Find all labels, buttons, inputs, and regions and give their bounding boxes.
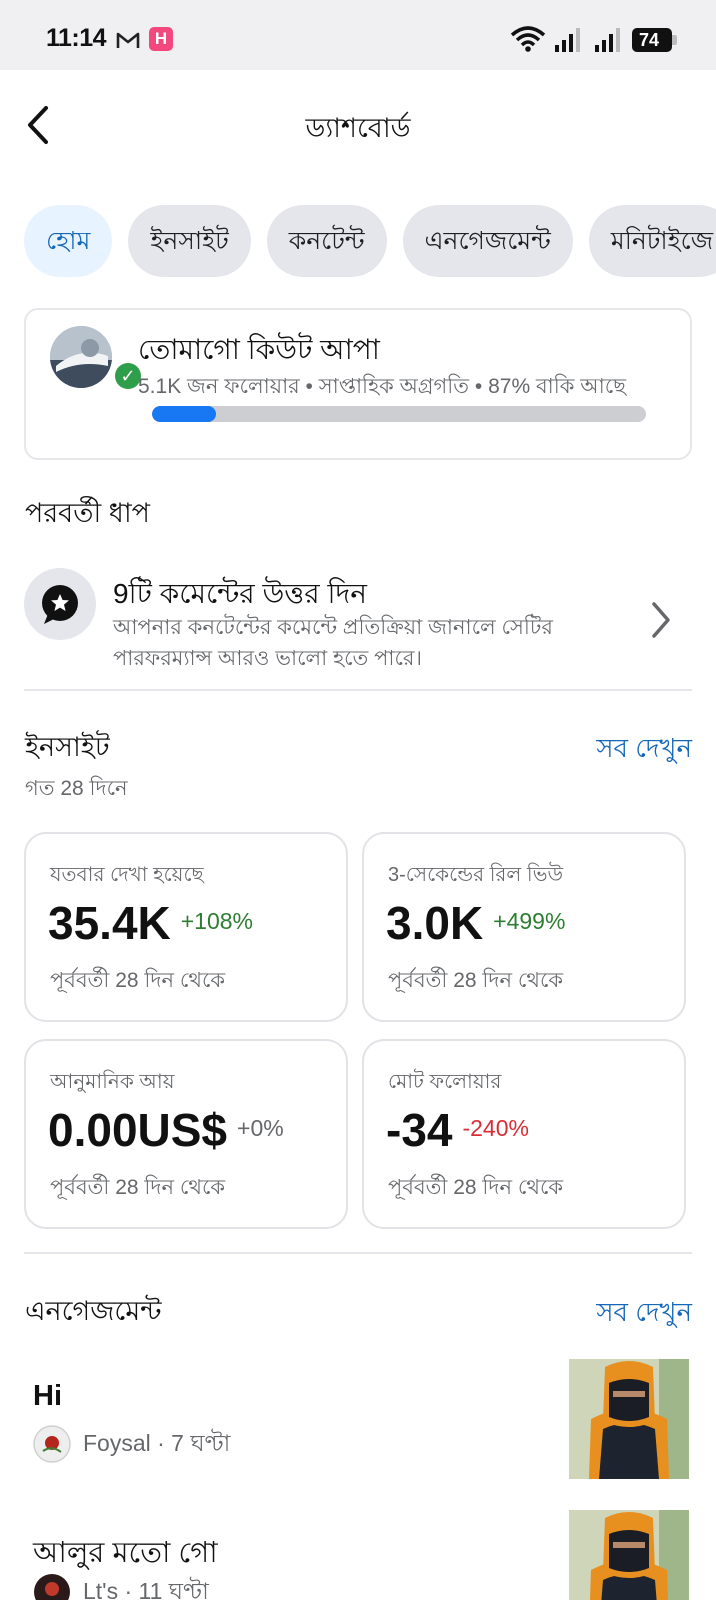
insights-see-all-link[interactable]: সব দেখুন: [596, 728, 692, 772]
stat-change: +499%: [493, 908, 566, 934]
tab-bar: হোম ইনসাইট কনটেন্ট এনগেজমেন্ট মনিটাইজে: [24, 205, 716, 277]
progress-fill: [152, 406, 217, 422]
stat-value: 0.00US$ +0%: [48, 1104, 284, 1156]
signal-icon: [555, 28, 580, 52]
h-app-icon: H: [149, 27, 173, 51]
stat-value: 35.4K +108%: [48, 897, 254, 949]
stat-value: 3.0K +499%: [386, 897, 566, 949]
profile-name: তোমাগো কিউট আপা: [138, 334, 380, 365]
gmail-icon: [116, 32, 140, 48]
engagement-comment-meta: Foysal · 7 ঘণ্টা: [33, 1424, 230, 1464]
weekly-progress-bar: [152, 406, 646, 422]
engagement-see-all-link[interactable]: সব দেখুন: [596, 1292, 692, 1336]
status-time: 11:14: [46, 24, 107, 52]
comment-author-time: Lt's · 11 ঘণ্টা: [83, 1577, 209, 1600]
tab-engagement[interactable]: এনগেজমেন্ট: [402, 205, 573, 277]
next-step-heading: পরবর্তী ধাপ: [25, 498, 150, 528]
stat-label: যতবার দেখা হয়েছে: [50, 864, 204, 886]
engagement-heading: এনগেজমেন্ট: [25, 1296, 162, 1326]
profile-meta: 5.1K জন ফলোয়ার • সাপ্তাহিক অগ্রগতি • 87…: [138, 375, 626, 398]
page-title: ড্যাশবোর্ড: [305, 113, 411, 143]
chevron-right-icon[interactable]: [646, 598, 676, 642]
insights-period: গত 28 দিনে: [25, 777, 128, 800]
next-step-description: আপনার কনটেন্টের কমেন্টে প্রতিক্রিয়া জান…: [113, 616, 553, 670]
stat-footer: পূর্ববর্তী 28 দিন থেকে: [50, 1176, 226, 1199]
insights-heading: ইনসাইট: [25, 732, 110, 762]
wifi-icon: [510, 26, 546, 52]
battery-icon: 74: [632, 28, 678, 52]
tab-insights[interactable]: ইনসাইট: [128, 205, 251, 277]
stat-change: -240%: [462, 1115, 529, 1141]
post-thumbnail[interactable]: [569, 1510, 689, 1600]
stat-label: মোট ফলোয়ার: [388, 1071, 502, 1093]
post-thumbnail[interactable]: [569, 1359, 689, 1479]
engagement-comment-meta: Lt's · 11 ঘণ্টা: [33, 1572, 209, 1600]
avatar: [50, 326, 112, 388]
signal-icon: [595, 28, 620, 52]
status-bar: 11:14 H 74: [0, 0, 716, 70]
stat-value: -34 -240%: [386, 1104, 529, 1156]
stat-card-followers[interactable]: মোট ফলোয়ার -34 -240% পূর্ববর্তী 28 দিন থ…: [362, 1039, 686, 1229]
stat-change: +0%: [237, 1115, 284, 1141]
tab-monetization[interactable]: মনিটাইজে: [588, 205, 716, 277]
stat-footer: পূর্ববর্তী 28 দিন থেকে: [388, 969, 564, 992]
stat-footer: পূর্ববর্তী 28 দিন থেকে: [50, 969, 226, 992]
divider: [24, 689, 692, 691]
stat-card-views[interactable]: যতবার দেখা হয়েছে 35.4K +108% পূর্ববর্তী …: [24, 832, 348, 1022]
stat-label: আনুমানিক আয়: [50, 1071, 175, 1093]
avatar: [33, 1425, 71, 1463]
comment-star-icon: [24, 568, 96, 640]
tab-home[interactable]: হোম: [24, 205, 113, 277]
stat-card-reel-views[interactable]: 3-সেকেন্ডের রিল ভিউ 3.0K +499% পূর্ববর্তী…: [362, 832, 686, 1022]
avatar: [34, 1574, 70, 1600]
stat-card-earnings[interactable]: আনুমানিক আয় 0.00US$ +0% পূর্ববর্তী 28 দি…: [24, 1039, 348, 1229]
stat-change: +108%: [180, 908, 254, 934]
stat-label: 3-সেকেন্ডের রিল ভিউ: [388, 864, 564, 886]
battery-level: 74: [632, 28, 672, 52]
divider: [24, 1252, 692, 1254]
engagement-comment-text[interactable]: Hi: [33, 1380, 62, 1413]
profile-card[interactable]: ✓ তোমাগো কিউট আপা 5.1K জন ফলোয়ার • সাপ্…: [24, 308, 692, 460]
stat-footer: পূর্ববর্তী 28 দিন থেকে: [388, 1176, 564, 1199]
comment-author-time: Foysal · 7 ঘণ্টা: [83, 1429, 231, 1456]
tab-content[interactable]: কনটেন্ট: [266, 205, 387, 277]
